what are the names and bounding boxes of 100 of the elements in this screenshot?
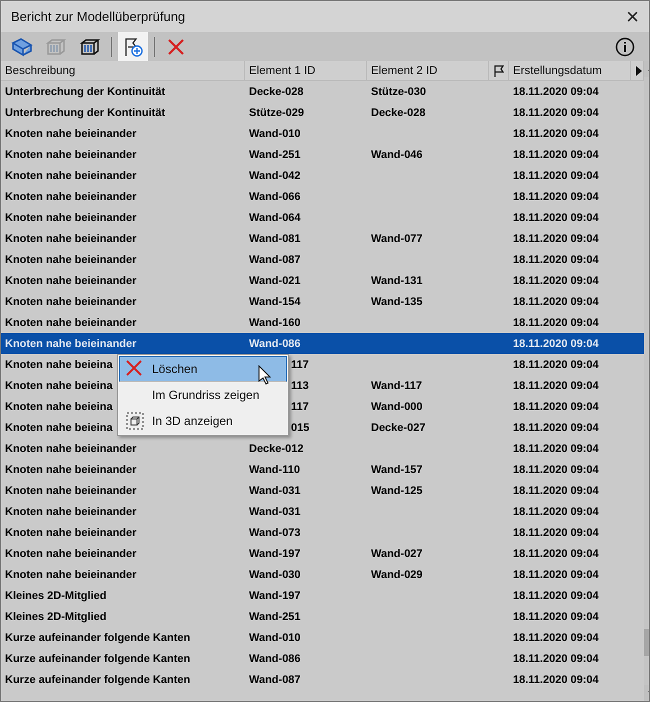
table-cell-text: 18.11.2020 09:04 [512,548,599,560]
table-cell-text: Kleines 2D-Mitglied [4,610,106,622]
table-row[interactable]: Kurze aufeinander folgende Kanten Wand-087 18.11.2020 09:04 [1,669,644,690]
toolbar-button[interactable] [118,32,148,61]
table-cell-text: Wand-086 [248,338,301,350]
table-cell-text: 18.11.2020 09:04 [512,674,599,686]
table-row[interactable]: Knoten nahe beieinander Wand-086 18.11.2020 09:04 [1,333,644,354]
table-row[interactable]: Knoten nahe beieinander Wand-087 18.11.2020 09:04 [1,249,644,270]
table-row[interactable]: Knoten nahe beieinander Wand-197 Wand-027 18.11.2020 09:04 [1,543,644,564]
table-cell-text: 18.11.2020 09:04 [512,128,599,140]
table-cell-text: 18.11.2020 09:04 [512,632,599,644]
table-cell-text: Knoten nahe beieinander [4,274,136,286]
table-cell-text: Wand-251 [248,148,301,160]
table-row[interactable]: Knoten nahe beieinander Wand-251 Wand-046 18.11.2020 09:04 [1,144,644,165]
table-row[interactable]: Knoten nahe beieinander Wand-160 18.11.2020 09:04 [1,312,644,333]
table-cell-text: Knoten nahe beieinander [4,464,136,476]
table-cell-text: Knoten nahe beieinander [4,232,136,244]
table-row[interactable]: Knoten nahe beieinander Wand-081 Wand-077 18.11.2020 09:04 [1,228,644,249]
table-cell-text: 18.11.2020 09:04 [512,464,599,476]
table-cell-text: 18.11.2020 09:04 [512,212,599,224]
table-cell-text: 18.11.2020 09:04 [512,274,599,286]
table-row[interactable]: Knoten nahe beieinander Wand-066 18.11.2020 09:04 [1,186,644,207]
table-cell-text: 18.11.2020 09:04 [512,296,599,308]
wall-icon [79,36,101,56]
table-cell-text: Wand-027 [370,548,423,560]
menu-item[interactable]: In 3D anzeigen [119,408,287,434]
table-cell-text: Knoten nahe beieinander [4,148,136,160]
table-cell-text: Wand-251 [248,610,301,622]
table-cell-text: Wand-031 [248,506,301,518]
table-row[interactable]: Kleines 2D-Mitglied Wand-251 18.11.2020 09:04 [1,606,644,627]
menu-item[interactable]: Löschen [119,356,287,382]
table-cell-text: 18.11.2020 09:04 [512,526,599,538]
delete-icon [126,360,142,376]
table-row[interactable]: Kurze aufeinander folgende Kanten Wand-010 18.11.2020 09:04 [1,627,644,648]
table-cell-text: Wand-086 [248,652,301,664]
table-cell-text: Wand-154 [248,296,301,308]
table-cell-text: Wand-087 [248,674,301,686]
menu-item[interactable]: Im Grundriss zeigen [119,382,287,408]
table-row[interactable]: Knoten nahe beieinander Decke-012 18.11.2020 09:04 [1,438,644,459]
table-cell-text: Wand-029 [370,568,423,580]
table-row[interactable]: Knoten nahe beieinander Wand-031 18.11.2020 09:04 [1,501,644,522]
table-cell-text: Knoten nahe beieinander [4,484,136,496]
table-cell-text: Wand-087 [248,254,301,266]
table-row[interactable]: Knoten nahe beieinander Wand-064 18.11.2020 09:04 [1,207,644,228]
table-row[interactable]: Knoten nahe beieinander Wand-073 18.11.2020 09:04 [1,522,644,543]
table-cell-text: Knoten nahe beieinander [4,316,136,328]
cube-icon [126,412,144,430]
table-cell-text: Wand-135 [370,296,423,308]
table-row[interactable]: Kleines 2D-Mitglied Wand-197 18.11.2020 09:04 [1,585,644,606]
table-row[interactable]: Knoten nahe beieinander Wand-154 Wand-135 18.11.2020 09:04 [1,291,644,312]
table-row[interactable]: Knoten nahe beieinander Wand-042 18.11.2020 09:04 [1,165,644,186]
table-cell-text: 18.11.2020 09:04 [512,400,599,412]
table-cell-text: Kurze aufeinander folgende Kanten [4,632,190,644]
column-header[interactable]: Beschreibung [1,61,245,80]
table-cell-text: 18.11.2020 09:04 [512,86,599,98]
column-header[interactable]: Erstellungsdatum [509,61,631,80]
table-cell-text: Stütze-030 [370,86,426,98]
table-cell-text: Knoten nahe beieinander [4,338,136,350]
table-cell-text: 18.11.2020 09:04 [512,568,599,580]
table-cell-text: Wand-030 [248,568,301,580]
table-cell-text: 18.11.2020 09:04 [512,232,599,244]
table-cell-text: Knoten nahe beieina [4,422,113,434]
table-cell-text: Knoten nahe beieinander [4,190,136,202]
table-cell-text: Wand-064 [248,212,301,224]
flag-icon[interactable] [493,64,504,76]
table-cell-text: 113 [290,380,309,392]
table-cell-text: 18.11.2020 09:04 [512,590,599,602]
table-cell-text: 18.11.2020 09:04 [512,506,599,518]
table-cell-text: Wand-010 [248,632,301,644]
table-row[interactable]: Unterbrechung der Kontinuität Stütze-029 Decke-028 18.11.2020 09:04 [1,102,644,123]
table-row[interactable]: Knoten nahe beieinander Wand-010 18.11.2020 09:04 [1,123,644,144]
table-row[interactable]: Knoten nahe beieinander Wand-031 Wand-125 18.11.2020 09:04 [1,480,644,501]
table-row[interactable]: Unterbrechung der Kontinuität Decke-028 Stütze-030 18.11.2020 09:04 [1,81,644,102]
info-icon[interactable] [615,36,635,56]
column-header[interactable]: Element 1 ID [245,61,367,80]
table-cell-text: 18.11.2020 09:04 [512,484,599,496]
table-cell-text: Wand-117 [370,380,422,392]
table-cell-text: Wand-021 [248,274,301,286]
table-cell-text: 18.11.2020 09:04 [512,358,599,370]
table-cell-text: Knoten nahe beieinander [4,212,136,224]
table-cell-text: Knoten nahe beieina [4,358,113,370]
table-cell-text: Wand-157 [370,464,423,476]
column-header[interactable]: Element 2 ID [367,61,489,80]
window-title: Bericht zur Modellüberprüfung [11,9,186,24]
table-cell-text: Wand-081 [248,232,301,244]
table-cell-text: 18.11.2020 09:04 [512,338,599,350]
table-cell-text: Decke-012 [248,442,304,454]
table-row[interactable]: Knoten nahe beieinander Wand-030 Wand-029 18.11.2020 09:04 [1,564,644,585]
cursor-icon [258,365,272,385]
table-row[interactable]: Kurze aufeinander folgende Kanten Wand-086 18.11.2020 09:04 [1,648,644,669]
table-row[interactable]: Knoten nahe beieinander Wand-110 Wand-157 18.11.2020 09:04 [1,459,644,480]
table-cell-text: Knoten nahe beieinander [4,548,136,560]
table-cell-text: Wand-073 [248,526,301,538]
table-cell-text: Kurze aufeinander folgende Kanten [4,674,190,686]
table-cell-text: 18.11.2020 09:04 [512,254,599,266]
table-cell-text: Wand-197 [248,548,301,560]
table-row[interactable]: Knoten nahe beieinander Wand-021 Wand-131 18.11.2020 09:04 [1,270,644,291]
close-button[interactable]: × [626,6,639,28]
table-cell-text: Kurze aufeinander folgende Kanten [4,652,190,664]
table-cell-text: Unterbrechung der Kontinuität [4,86,166,98]
